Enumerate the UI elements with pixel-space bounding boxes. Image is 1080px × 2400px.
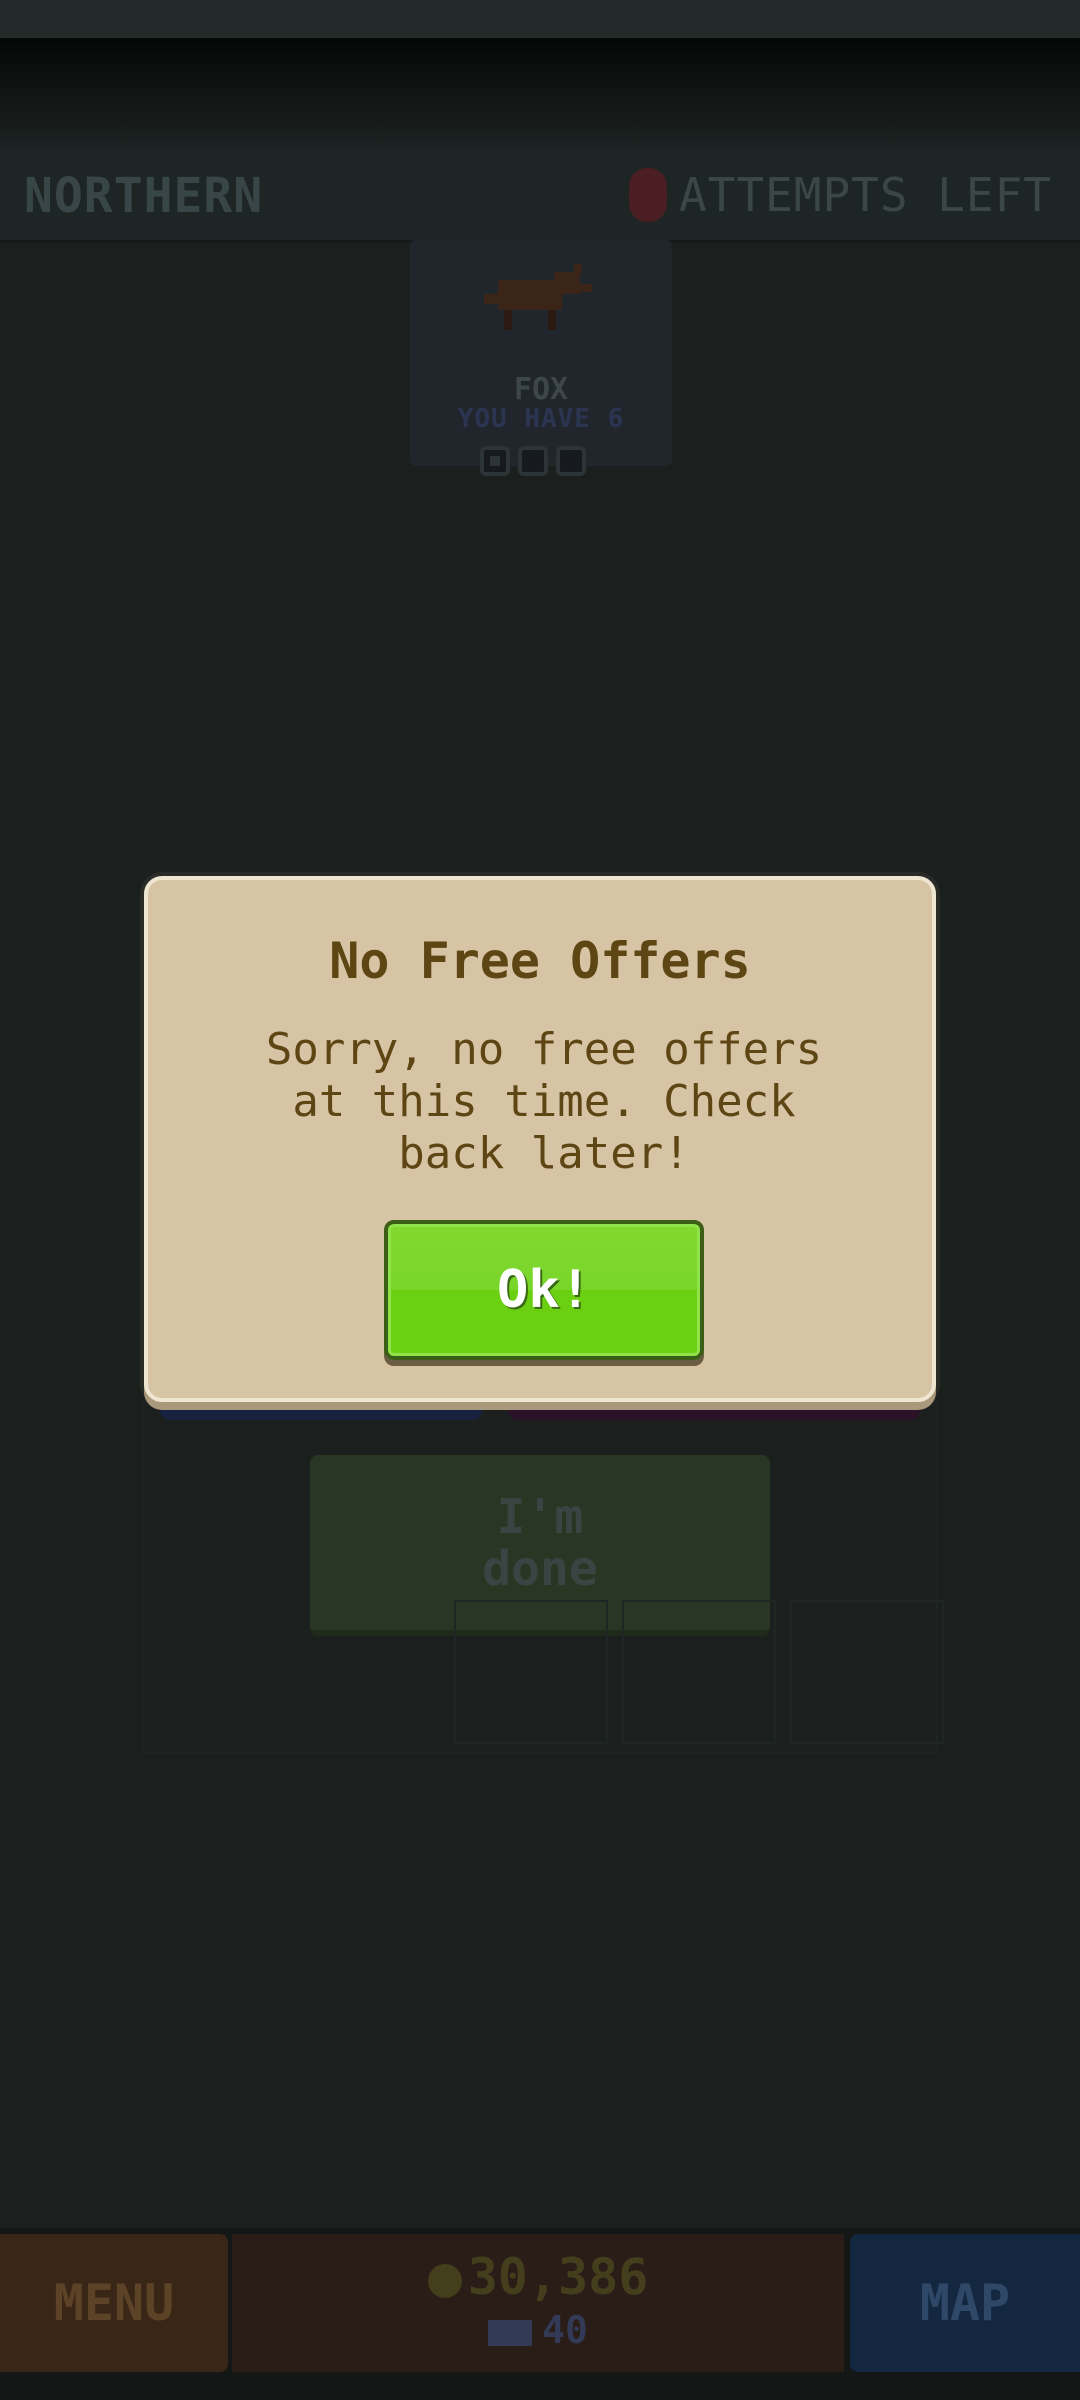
region-header: NORTHERN 0 ATTEMPTS LEFT	[0, 148, 1080, 243]
attempts-indicator: 0 ATTEMPTS LEFT	[628, 168, 1052, 222]
region-name: NORTHERN	[24, 168, 264, 224]
wallet-panel: 30,386 40	[232, 2234, 844, 2372]
map-button-label: MAP	[919, 2274, 1011, 2332]
progress-dot	[518, 446, 548, 476]
ok-button[interactable]: Ok!	[384, 1220, 704, 1360]
animal-name: FOX	[513, 372, 569, 407]
item-slot	[622, 1600, 776, 1744]
fox-icon	[484, 264, 592, 330]
done-button-line1: I'm	[496, 1488, 584, 1545]
coin-icon	[427, 2263, 462, 2298]
mail-icon	[488, 2319, 533, 2346]
progress-dot	[556, 446, 586, 476]
done-button-line2: done	[482, 1540, 598, 1597]
attempts-count-badge: 0	[628, 168, 667, 222]
mail-count: 40	[232, 2308, 844, 2352]
item-slot	[790, 1600, 944, 1744]
menu-button-label: MENU	[53, 2274, 175, 2332]
dialog-title: No Free Offers	[329, 932, 751, 990]
item-slot	[454, 1600, 608, 1744]
attempts-label: ATTEMPTS LEFT	[678, 168, 1052, 222]
map-button[interactable]: MAP	[850, 2234, 1080, 2372]
dialog-message: Sorry, no free offers at this time. Chec…	[265, 1024, 823, 1179]
progress-dots	[480, 446, 586, 476]
coin-balance: 30,386	[232, 2248, 844, 2306]
mail-amount: 40	[542, 2308, 588, 2352]
no-free-offers-dialog: No Free Offers Sorry, no free offers at …	[144, 876, 936, 1402]
ok-button-label: Ok!	[497, 1260, 591, 1320]
top-shade	[0, 38, 1080, 148]
animal-card[interactable]: FOX YOU HAVE 6	[410, 240, 672, 476]
progress-dot	[480, 446, 510, 476]
coin-amount: 30,386	[467, 2248, 649, 2306]
status-bar	[0, 0, 1080, 38]
animal-count: YOU HAVE 6	[457, 404, 625, 434]
menu-button[interactable]: MENU	[0, 2234, 228, 2372]
